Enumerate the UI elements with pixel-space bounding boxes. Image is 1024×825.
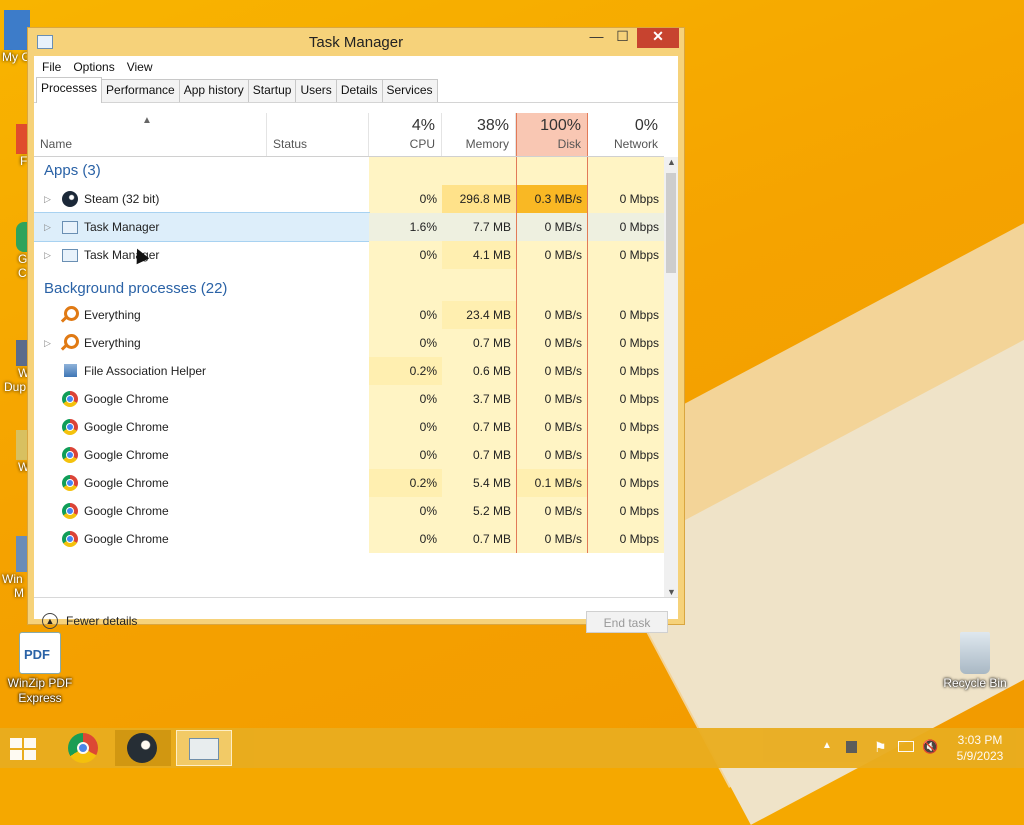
desktop-icon-recycle-bin[interactable]: Recycle Bin [935, 632, 1015, 691]
search-icon [64, 334, 79, 349]
desktop-icon-partial[interactable]: W [0, 430, 30, 474]
steam-icon [62, 191, 78, 207]
volume-muted-icon[interactable]: 🔇 [922, 739, 938, 755]
table-row[interactable]: ▷ Steam (32 bit) 0% 296.8 MB 0.3 MB/s 0 … [34, 185, 664, 213]
task-manager-icon [62, 249, 78, 262]
desktop-icon-partial[interactable]: F [0, 124, 30, 168]
taskbar-clock[interactable]: 3:03 PM 5/9/2023 [950, 732, 1010, 764]
tab-users[interactable]: Users [295, 79, 337, 102]
chrome-icon [62, 475, 78, 491]
menu-file[interactable]: File [36, 60, 67, 74]
chrome-icon [62, 447, 78, 463]
expand-chevron-icon[interactable]: ▷ [44, 213, 51, 241]
tab-strip: Processes Performance App history Startu… [34, 77, 678, 103]
network-icon[interactable] [898, 741, 914, 752]
tray-app-icon[interactable] [846, 741, 857, 753]
tab-services[interactable]: Services [381, 79, 438, 102]
desktop-icon-label: WinZip PDF [7, 676, 73, 690]
desktop-icon-partial[interactable]: My C [0, 10, 30, 64]
table-header: ▲ Name Status 4% CPU 38% Memory 100% Dis… [34, 113, 664, 157]
table-row[interactable]: ▷ Task Manager 0% 4.1 MB 0 MB/s 0 Mbps [34, 241, 664, 269]
chrome-icon [62, 391, 78, 407]
table-row[interactable]: Google Chrome 0% 0.7 MB 0 MB/s 0 Mbps [34, 525, 664, 553]
menu-bar: File Options View [34, 56, 678, 78]
search-icon [64, 306, 79, 321]
table-row[interactable]: Google Chrome 0% 0.7 MB 0 MB/s 0 Mbps [34, 441, 664, 469]
task-manager-icon [62, 221, 78, 234]
task-manager-icon [189, 738, 219, 760]
taskbar: ▲ ⚑ 🔇 3:03 PM 5/9/2023 [0, 728, 1024, 768]
column-header-status[interactable]: Status [267, 113, 369, 156]
tab-startup[interactable]: Startup [247, 79, 297, 102]
scroll-up-icon[interactable]: ▲ [667, 157, 676, 167]
table-row[interactable]: Everything 0% 23.4 MB 0 MB/s 0 Mbps [34, 301, 664, 329]
process-table: ▲ Name Status 4% CPU 38% Memory 100% Dis… [34, 113, 678, 597]
tab-processes[interactable]: Processes [36, 77, 103, 103]
flag-icon[interactable]: ⚑ [874, 739, 887, 756]
column-header-disk[interactable]: 100% Disk [516, 113, 588, 156]
file-association-icon [64, 364, 77, 377]
scrollbar-thumb[interactable] [666, 173, 676, 273]
tab-performance[interactable]: Performance [101, 79, 180, 102]
window-footer: ▲ Fewer details End task [34, 597, 678, 642]
tab-details[interactable]: Details [335, 79, 383, 102]
close-button[interactable]: ✕ [637, 28, 679, 48]
expand-chevron-icon[interactable]: ▷ [44, 329, 51, 357]
table-row[interactable]: Google Chrome 0.2% 5.4 MB 0.1 MB/s 0 Mbp… [34, 469, 664, 497]
show-hidden-icons-icon[interactable]: ▲ [822, 740, 832, 751]
desktop-icon-partial[interactable]: Win M [0, 536, 30, 600]
column-header-network[interactable]: 0% Network [588, 113, 664, 156]
taskbar-task-manager-button[interactable] [176, 730, 232, 766]
column-header-name[interactable]: ▲ Name [34, 113, 267, 156]
menu-view[interactable]: View [121, 60, 159, 74]
taskbar-chrome-button[interactable] [54, 730, 110, 766]
taskbar-steam-button[interactable] [115, 730, 171, 766]
steam-icon [127, 733, 157, 763]
title-bar[interactable]: Task Manager — ☐ ✕ [28, 28, 684, 56]
chrome-icon [62, 503, 78, 519]
start-button[interactable] [10, 738, 38, 760]
desktop-icon-label: Express [18, 691, 62, 705]
desktop-icon-partial[interactable]: G C [0, 222, 30, 280]
desktop-icon-partial[interactable]: W Dup [0, 340, 30, 394]
chevron-up-icon: ▲ [42, 613, 58, 629]
menu-options[interactable]: Options [67, 60, 120, 74]
sort-arrow-icon: ▲ [142, 115, 152, 126]
table-row[interactable]: ▷ Task Manager 1.6% 7.7 MB 0 MB/s 0 Mbps [34, 212, 664, 242]
table-row[interactable]: File Association Helper 0.2% 0.6 MB 0 MB… [34, 357, 664, 385]
task-manager-window: Task Manager — ☐ ✕ File Options View Pro… [27, 27, 685, 633]
table-row[interactable]: Google Chrome 0% 0.7 MB 0 MB/s 0 Mbps [34, 413, 664, 441]
table-row[interactable]: Google Chrome 0% 5.2 MB 0 MB/s 0 Mbps [34, 497, 664, 525]
table-row[interactable]: Google Chrome 0% 3.7 MB 0 MB/s 0 Mbps [34, 385, 664, 413]
end-task-button[interactable]: End task [586, 611, 668, 633]
window-client-area: File Options View Processes Performance … [34, 56, 678, 633]
recycle-bin-icon [960, 632, 990, 674]
chrome-icon [68, 733, 98, 763]
group-header-apps: Apps (3) [34, 157, 664, 185]
expand-chevron-icon[interactable]: ▷ [44, 185, 51, 213]
column-header-memory[interactable]: 38% Memory [442, 113, 516, 156]
tab-app-history[interactable]: App history [178, 79, 249, 102]
desktop-icon-label: Recycle Bin [943, 676, 1007, 690]
fewer-details-button[interactable]: ▲ Fewer details [42, 613, 137, 629]
scroll-down-icon[interactable]: ▼ [667, 587, 676, 597]
expand-chevron-icon[interactable]: ▷ [44, 241, 51, 269]
chrome-icon [62, 419, 78, 435]
minimize-button[interactable]: — [584, 28, 609, 48]
vertical-scrollbar[interactable]: ▲ ▼ [664, 157, 678, 597]
chrome-icon [62, 531, 78, 547]
desktop-icon-winzip-pdf[interactable]: PDF WinZip PDF Express [0, 632, 80, 706]
maximize-button[interactable]: ☐ [610, 28, 635, 48]
column-header-cpu[interactable]: 4% CPU [369, 113, 442, 156]
table-row[interactable]: ▷ Everything 0% 0.7 MB 0 MB/s 0 Mbps [34, 329, 664, 357]
